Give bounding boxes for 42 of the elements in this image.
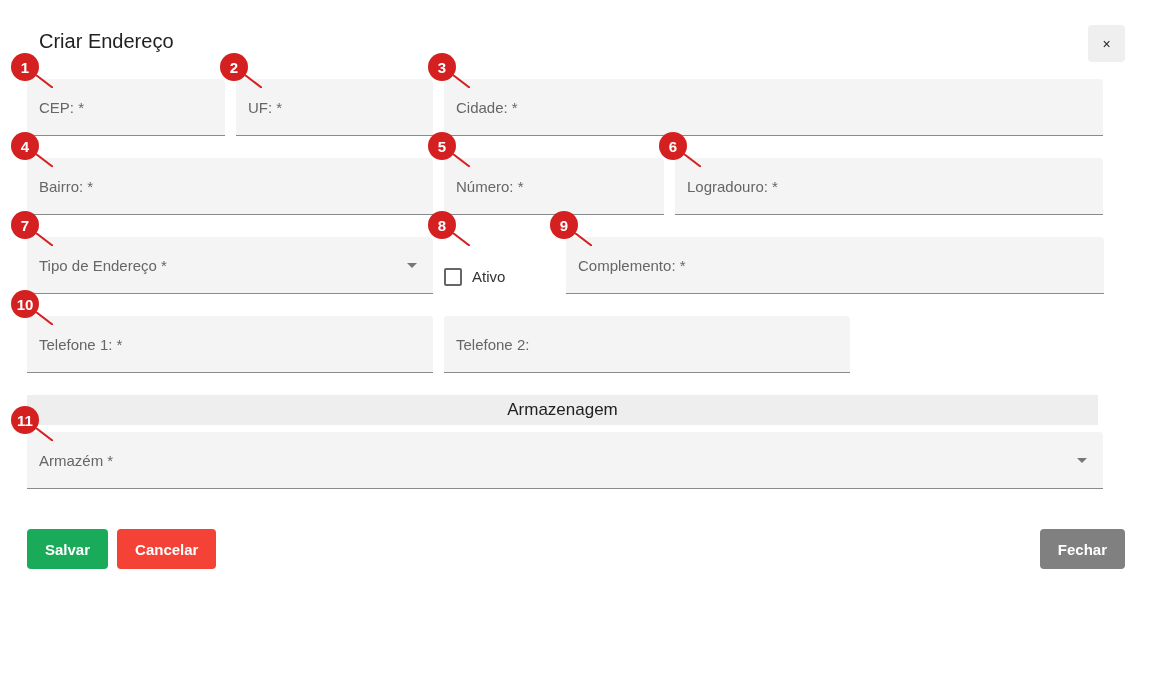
leader-line (36, 233, 53, 246)
input-field[interactable]: Logradouro: * (675, 158, 1103, 215)
callout-number: 2 (220, 53, 248, 81)
callout-number: 4 (11, 132, 39, 160)
close-button[interactable]: Fechar (1039, 529, 1125, 569)
input-field[interactable]: Complemento: * (566, 237, 1104, 294)
callout-number: 9 (550, 211, 578, 239)
callout-number: 11 (11, 406, 39, 434)
leader-line (453, 75, 470, 88)
checkbox[interactable] (444, 267, 462, 286)
checkbox-label: Ativo (472, 268, 506, 285)
leader-line (36, 75, 53, 88)
input-field[interactable]: Cidade: * (444, 79, 1103, 136)
input-field[interactable]: Telefone 1: * (27, 316, 433, 373)
callout-number: 3 (428, 53, 456, 81)
callout-number: 10 (11, 290, 39, 318)
input-field[interactable]: Bairro: * (27, 158, 433, 215)
leader-line (36, 428, 53, 441)
select-field[interactable]: Tipo de Endereço * (27, 237, 433, 294)
dialog-title: Criar Endereço (39, 30, 174, 53)
input-field[interactable]: Telefone 2: (444, 316, 850, 373)
callout-number: 1 (11, 53, 39, 81)
input-field[interactable]: CEP: * (27, 79, 225, 136)
leader-line (36, 154, 53, 167)
callout-number: 8 (428, 211, 456, 239)
save-button[interactable]: Salvar (27, 529, 109, 569)
caret-icon (1077, 458, 1087, 463)
close-button[interactable]: × (1088, 25, 1125, 62)
leader-line (575, 233, 592, 246)
leader-line (453, 154, 470, 167)
callout-number: 5 (428, 132, 456, 160)
cancel-button[interactable]: Cancelar (117, 529, 217, 569)
leader-line (245, 75, 262, 88)
leader-line (684, 154, 701, 167)
callout-number: 7 (11, 211, 39, 239)
leader-line (36, 312, 53, 325)
callout-number: 6 (659, 132, 687, 160)
input-field[interactable]: UF: * (236, 79, 433, 136)
input-field[interactable]: Número: * (444, 158, 664, 215)
caret-icon (407, 263, 417, 268)
select-field[interactable]: Armazém * (27, 432, 1103, 489)
leader-line (453, 233, 470, 246)
